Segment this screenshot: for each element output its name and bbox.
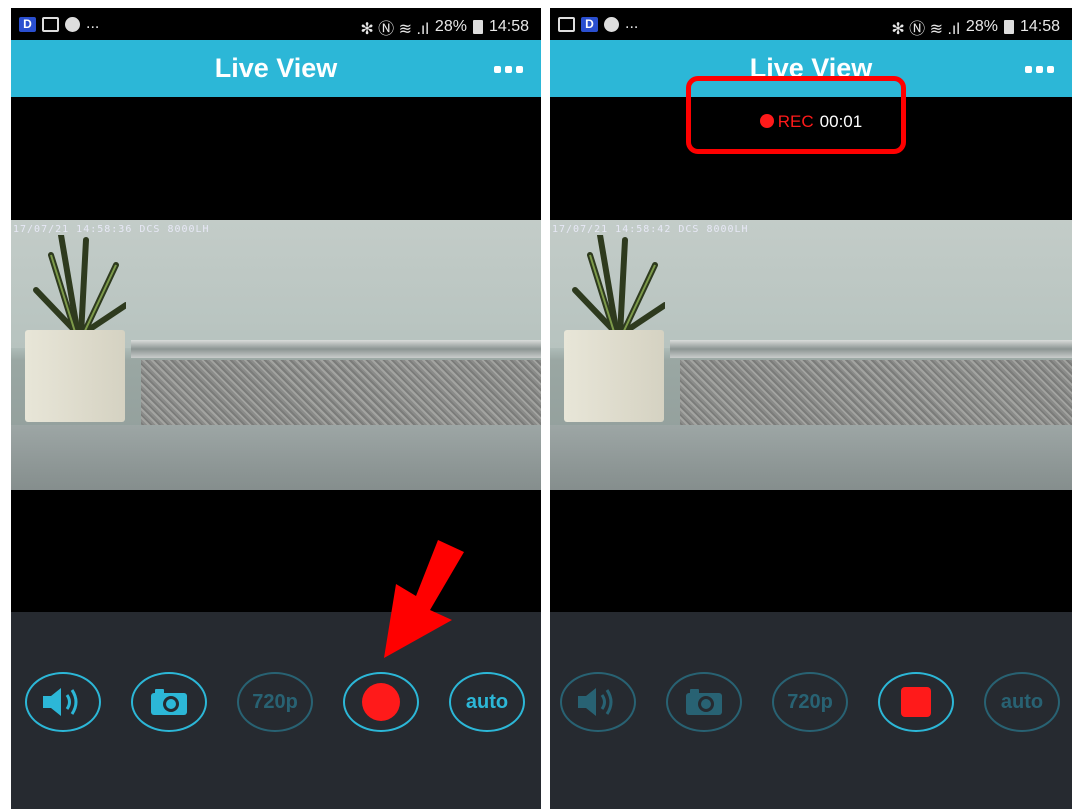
snapshot-button[interactable] — [131, 672, 207, 732]
more-icon[interactable] — [1025, 66, 1054, 73]
status-overflow: ... — [625, 15, 639, 32]
page-title: Live View — [214, 53, 338, 83]
record-button[interactable] — [343, 672, 419, 732]
battery-icon — [472, 20, 483, 34]
live-video-feed[interactable]: 17/07/21 14:58:36 DCS 8000LH — [11, 220, 541, 490]
image-icon — [558, 16, 575, 32]
video-timestamp-overlay: 17/07/21 14:58:42 DCS 8000LH — [552, 224, 749, 235]
status-signal-icons: ✻ Ⓝ ≋ .ıl — [360, 21, 429, 38]
resolution-button[interactable]: 720p — [237, 672, 313, 732]
snapshot-button[interactable] — [666, 672, 742, 732]
message-icon — [604, 16, 619, 32]
message-icon — [65, 16, 80, 32]
more-icon[interactable] — [494, 66, 523, 73]
status-bar: D ... ✻ Ⓝ ≋ .ıl 28% 14:58 — [11, 8, 541, 40]
video-timestamp-overlay: 17/07/21 14:58:36 DCS 8000LH — [13, 224, 210, 235]
audio-button[interactable] — [25, 672, 101, 732]
rec-highlight-box — [686, 76, 906, 154]
camera-icon — [151, 689, 187, 715]
stop-icon — [901, 687, 931, 717]
auto-button[interactable]: auto — [449, 672, 525, 732]
planter-image — [25, 330, 125, 422]
control-bar: 720p auto — [550, 612, 1072, 809]
live-video-feed[interactable]: 17/07/21 14:58:42 DCS 8000LH — [550, 220, 1072, 490]
planter-image — [564, 330, 664, 422]
app-bar: Live View — [11, 40, 541, 97]
battery-level: 28% — [434, 18, 467, 35]
red-arrow-annotation — [384, 540, 464, 658]
status-signal-icons: ✻ Ⓝ ≋ .ıl — [891, 21, 960, 38]
audio-button[interactable] — [560, 672, 636, 732]
d-app-icon: D — [19, 16, 36, 32]
stop-button[interactable] — [878, 672, 954, 732]
d-app-icon: D — [581, 16, 598, 32]
speaker-icon — [43, 688, 78, 716]
resolution-button[interactable]: 720p — [772, 672, 848, 732]
speaker-icon — [578, 688, 613, 716]
image-icon — [42, 16, 59, 32]
plant-image — [33, 235, 126, 335]
record-icon — [362, 683, 400, 721]
status-overflow: ... — [86, 15, 100, 32]
status-time: 14:58 — [1019, 18, 1060, 35]
battery-level: 28% — [965, 18, 998, 35]
auto-button[interactable]: auto — [984, 672, 1060, 732]
status-time: 14:58 — [488, 18, 529, 35]
status-bar: D ... ✻ Ⓝ ≋ .ıl 28% 14:58 — [550, 8, 1072, 40]
battery-icon — [1003, 20, 1014, 34]
camera-icon — [686, 689, 722, 715]
plant-image — [572, 235, 665, 335]
left-phone-screen: D ... ✻ Ⓝ ≋ .ıl 28% 14:58 Live View 17/0… — [11, 8, 541, 809]
